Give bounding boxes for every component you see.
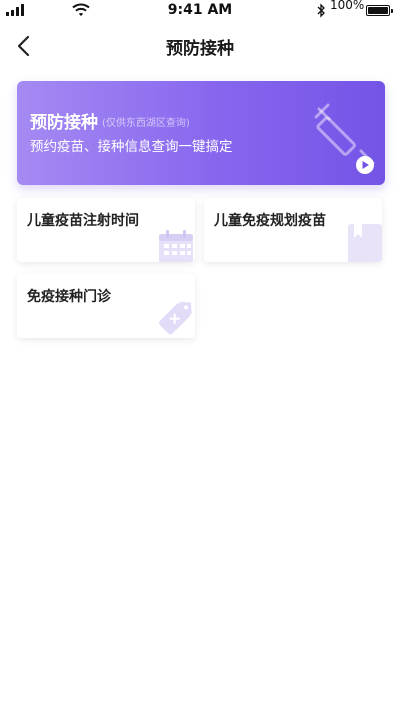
vaccination-banner[interactable]: 预防接种 (仅供东西湖区查询) 预约疫苗、接种信息查询一键搞定 <box>17 81 385 185</box>
card-label: 免疫接种门诊 <box>27 289 111 305</box>
bookmark-book-icon <box>348 224 382 262</box>
calendar-icon <box>159 230 193 262</box>
banner-subtitle: 预约疫苗、接种信息查询一键搞定 <box>30 139 233 155</box>
banner-title: 预防接种 <box>30 113 98 133</box>
nav-bar: 预防接种 <box>0 22 400 70</box>
page-title: 预防接种 <box>166 39 234 59</box>
battery-percent: 100% <box>330 0 365 12</box>
battery-icon <box>366 5 393 16</box>
card-label: 儿童免疫规划疫苗 <box>214 213 326 229</box>
card-label: 儿童疫苗注射时间 <box>27 213 139 229</box>
syringe-icon <box>314 103 375 174</box>
banner-note: (仅供东西湖区查询) <box>102 118 190 129</box>
bluetooth-icon <box>317 3 325 18</box>
medicine-tag-icon <box>158 301 192 335</box>
immunization-clinic-card[interactable]: 免疫接种门诊 <box>17 274 195 338</box>
child-immunization-plan-card[interactable]: 儿童免疫规划疫苗 <box>204 198 382 262</box>
child-vaccine-schedule-card[interactable]: 儿童疫苗注射时间 <box>17 198 195 262</box>
status-bar: 9:41 AM 100% <box>0 0 400 22</box>
